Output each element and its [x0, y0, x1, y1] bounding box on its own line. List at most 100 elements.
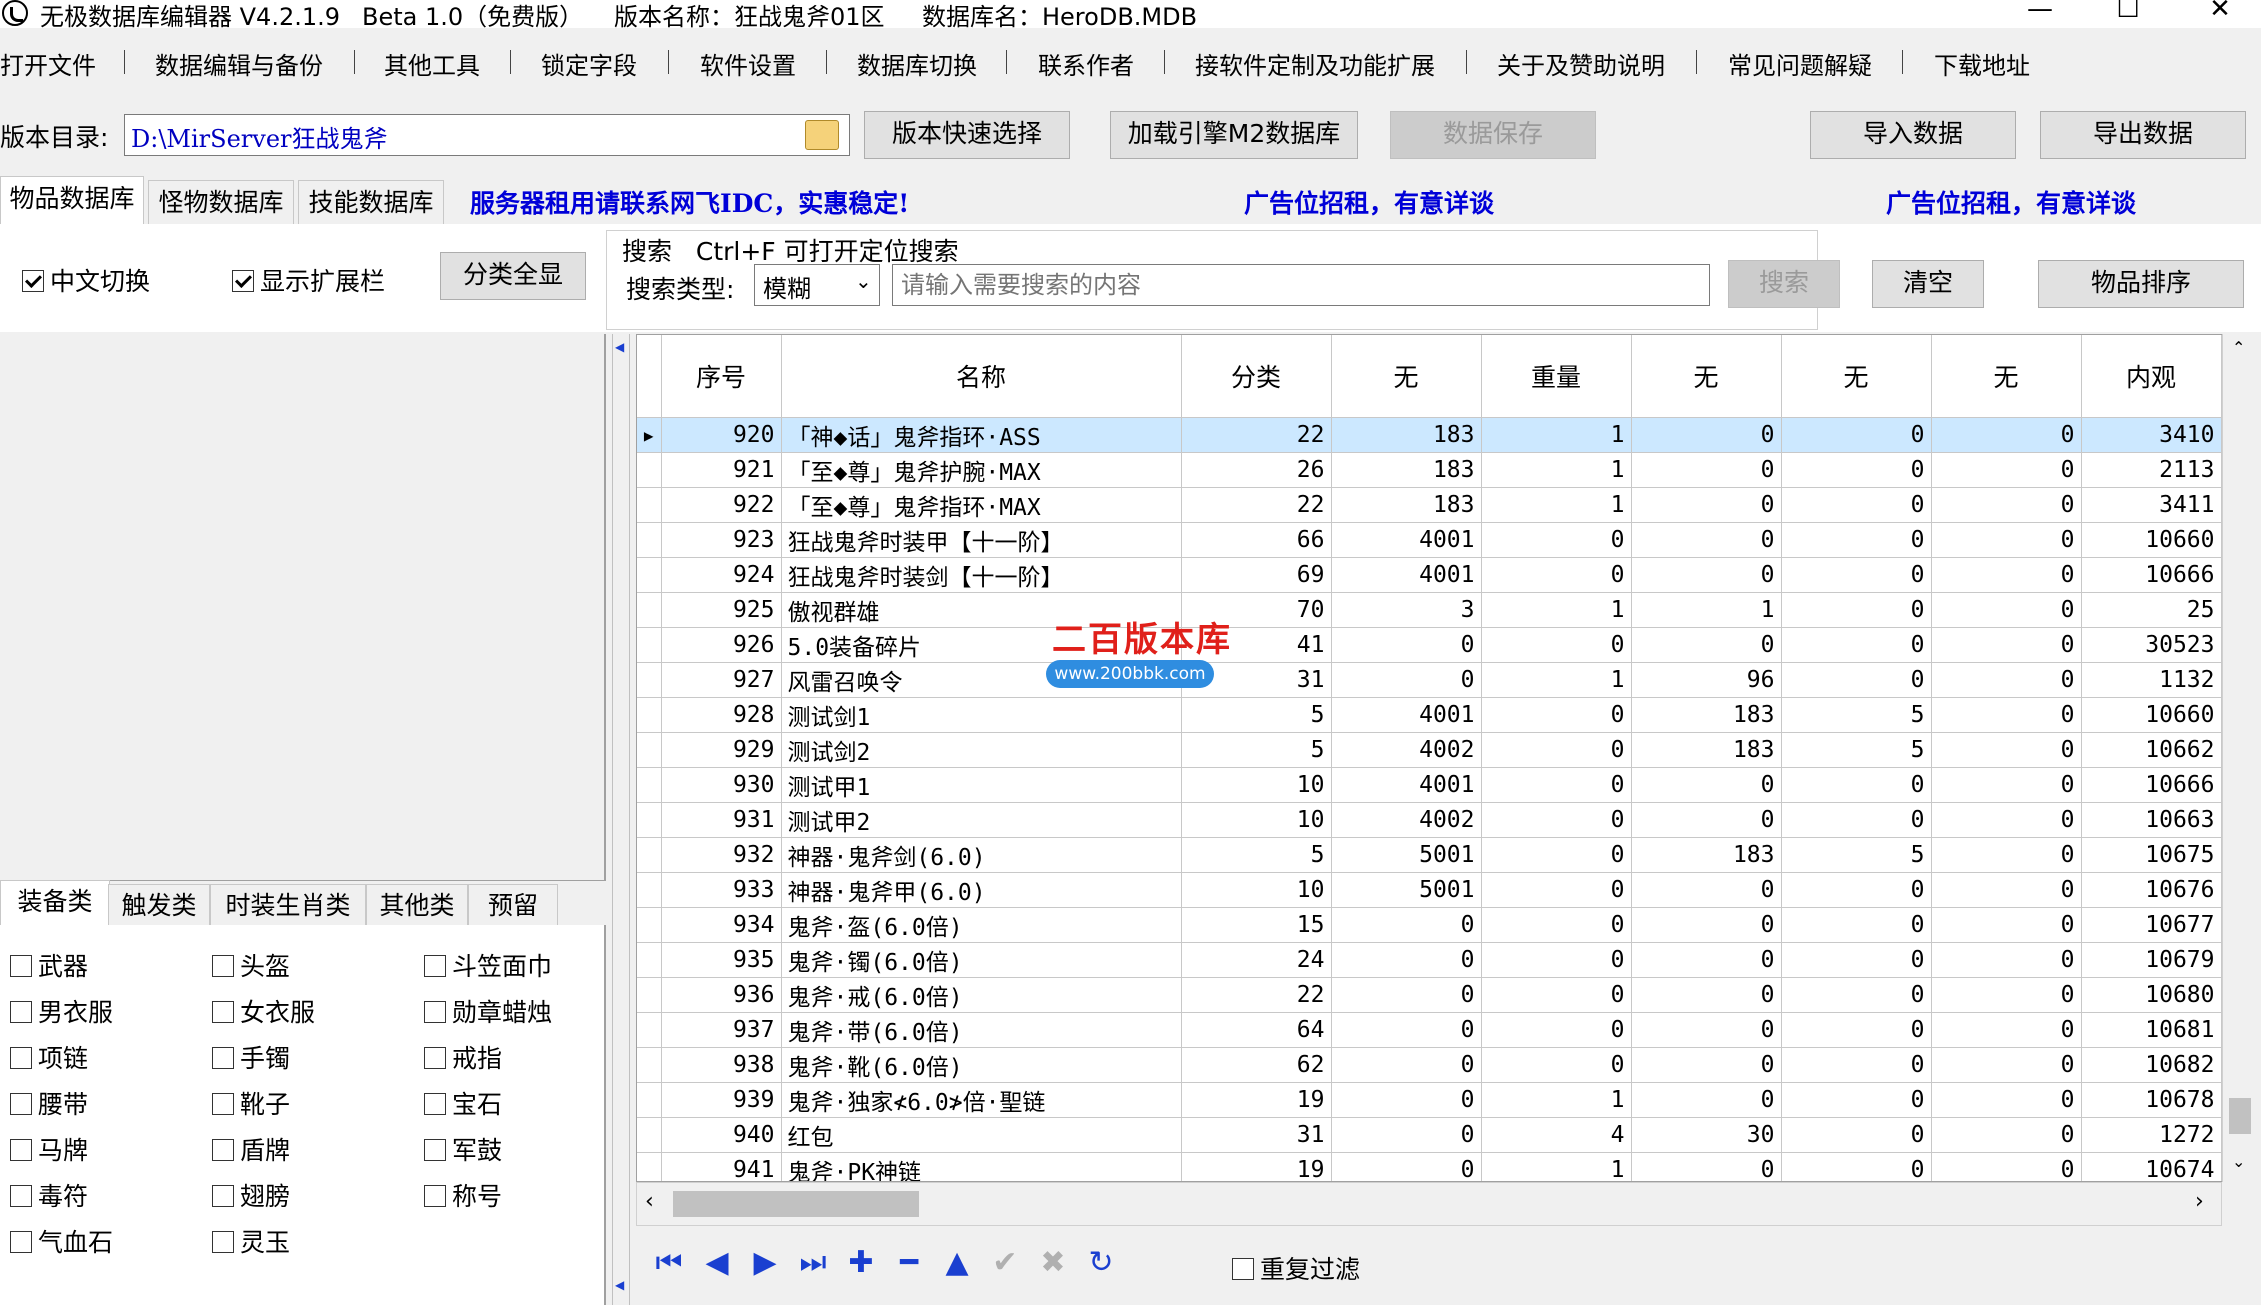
- row-indicator[interactable]: [637, 1047, 662, 1083]
- cell-value[interactable]: 0: [1631, 802, 1782, 838]
- cell-value[interactable]: 0: [1481, 627, 1632, 663]
- cell-value[interactable]: 1132: [2081, 662, 2222, 698]
- menu-download[interactable]: 下载地址: [1934, 46, 2030, 81]
- import-data-button[interactable]: 导入数据: [1810, 111, 2016, 159]
- cell-value[interactable]: 0: [1631, 1152, 1782, 1181]
- cell-value[interactable]: 941: [661, 1152, 782, 1181]
- cell-value[interactable]: 939: [661, 1082, 782, 1118]
- cell-value[interactable]: 0: [1931, 697, 2082, 733]
- cat-medal-candle-checkbox[interactable]: 勋章蜡烛: [424, 993, 552, 1029]
- cell-value[interactable]: 0: [1631, 942, 1782, 978]
- header-category[interactable]: 分类: [1181, 335, 1332, 418]
- cell-value[interactable]: 5: [1781, 837, 1932, 873]
- table-row[interactable]: 922 「至◆尊」鬼斧指环·MAX 22 183 1 0 0 0 3411: [637, 487, 2222, 523]
- cell-value[interactable]: 0: [1781, 1152, 1932, 1181]
- cell-value[interactable]: 10: [1181, 767, 1332, 803]
- cell-value[interactable]: 0: [1781, 452, 1932, 488]
- cat-poison-talisman-checkbox[interactable]: 毒符: [10, 1177, 88, 1213]
- cell-value[interactable]: 0: [1631, 522, 1782, 558]
- cell-value[interactable]: 3: [1331, 592, 1482, 628]
- cell-value[interactable]: 0: [1931, 557, 2082, 593]
- cell-value[interactable]: 0: [1481, 522, 1632, 558]
- cell-value[interactable]: 0: [1931, 417, 2082, 453]
- cell-name[interactable]: 狂战鬼斧时装剑【十一阶】: [781, 557, 1182, 593]
- row-indicator[interactable]: [637, 487, 662, 523]
- cell-name[interactable]: 鬼斧·独家≮6.0≯倍·聖链: [781, 1082, 1182, 1118]
- vertical-scroll-thumb[interactable]: [2229, 1098, 2251, 1134]
- table-row[interactable]: ▶ 920 「神◆话」鬼斧指环·ASS 22 183 1 0 0 0 3410: [637, 417, 2222, 453]
- cell-value[interactable]: 0: [1481, 977, 1632, 1013]
- cell-value[interactable]: 0: [1331, 662, 1482, 698]
- cell-value[interactable]: 921: [661, 452, 782, 488]
- cell-value[interactable]: 4002: [1331, 802, 1482, 838]
- cell-value[interactable]: 936: [661, 977, 782, 1013]
- scroll-down-icon[interactable]: ⌄: [2232, 1152, 2245, 1171]
- cell-name[interactable]: 鬼斧·带(6.0倍): [781, 1012, 1182, 1048]
- cell-value[interactable]: 0: [1781, 1117, 1932, 1153]
- row-indicator[interactable]: [637, 662, 662, 698]
- cell-value[interactable]: 4002: [1331, 732, 1482, 768]
- cell-value[interactable]: 0: [1331, 1152, 1482, 1181]
- cell-value[interactable]: 933: [661, 872, 782, 908]
- dir-input[interactable]: D:\MirServer狂战鬼斧: [124, 114, 850, 156]
- cell-value[interactable]: 4001: [1331, 767, 1482, 803]
- cell-value[interactable]: 4: [1481, 1117, 1632, 1153]
- cell-value[interactable]: 0: [1931, 627, 2082, 663]
- menu-faq[interactable]: 常见问题解疑: [1728, 46, 1872, 81]
- cell-value[interactable]: 22: [1181, 977, 1332, 1013]
- cell-value[interactable]: 0: [1481, 767, 1632, 803]
- cell-value[interactable]: 0: [1481, 557, 1632, 593]
- cell-value[interactable]: 0: [1481, 1047, 1632, 1083]
- cell-value[interactable]: 24: [1181, 942, 1332, 978]
- cell-value[interactable]: 1: [1631, 592, 1782, 628]
- cell-value[interactable]: 0: [1781, 767, 1932, 803]
- cell-value[interactable]: 0: [1931, 977, 2082, 1013]
- cat-horse-token-checkbox[interactable]: 马牌: [10, 1131, 88, 1167]
- cell-value[interactable]: 183: [1331, 452, 1482, 488]
- cell-value[interactable]: 15: [1181, 907, 1332, 943]
- cat-tab-equipment[interactable]: 装备类: [0, 880, 110, 926]
- header-name[interactable]: 名称: [781, 335, 1182, 418]
- cell-value[interactable]: 929: [661, 732, 782, 768]
- cell-value[interactable]: 0: [1481, 942, 1632, 978]
- cell-value[interactable]: 10679: [2081, 942, 2222, 978]
- row-indicator[interactable]: [637, 942, 662, 978]
- cell-value[interactable]: 4001: [1331, 522, 1482, 558]
- row-indicator[interactable]: [637, 802, 662, 838]
- refresh-icon[interactable]: ↻: [1082, 1244, 1120, 1282]
- cell-value[interactable]: 0: [1481, 837, 1632, 873]
- cell-name[interactable]: 神器·鬼斧剑(6.0): [781, 837, 1182, 873]
- cell-value[interactable]: 183: [1331, 487, 1482, 523]
- cell-value[interactable]: 925: [661, 592, 782, 628]
- scroll-up-icon[interactable]: ⌃: [2232, 338, 2245, 357]
- row-indicator[interactable]: [637, 837, 662, 873]
- cell-value[interactable]: 0: [1931, 452, 2082, 488]
- cell-value[interactable]: 30523: [2081, 627, 2222, 663]
- cat-spirit-jade-checkbox[interactable]: 灵玉: [212, 1223, 290, 1259]
- cell-value[interactable]: 10675: [2081, 837, 2222, 873]
- load-m2-button[interactable]: 加载引擎M2数据库: [1110, 111, 1358, 159]
- cat-bracelet-checkbox[interactable]: 手镯: [212, 1039, 290, 1075]
- scroll-right-icon[interactable]: ›: [2195, 1189, 2204, 1214]
- post-record-icon[interactable]: ✔: [986, 1244, 1024, 1282]
- cell-value[interactable]: 0: [1631, 1012, 1782, 1048]
- cell-value[interactable]: 5: [1181, 732, 1332, 768]
- cell-value[interactable]: 22: [1181, 417, 1332, 453]
- menu-custom-dev[interactable]: 接软件定制及功能扩展: [1195, 46, 1435, 81]
- cell-value[interactable]: 5: [1781, 697, 1932, 733]
- cell-value[interactable]: 928: [661, 697, 782, 733]
- header-looks[interactable]: 内观: [2081, 335, 2222, 418]
- cat-belt-checkbox[interactable]: 腰带: [10, 1085, 88, 1121]
- row-indicator[interactable]: [637, 1117, 662, 1153]
- cell-name[interactable]: 「神◆话」鬼斧指环·ASS: [781, 417, 1182, 453]
- cell-name[interactable]: 测试剑1: [781, 697, 1182, 733]
- items-grid[interactable]: 序号 名称 分类 无 重量 无 无 无 内观 ▶ 920 「神◆话」鬼斧指环·ASS…: [636, 334, 2236, 1182]
- cell-value[interactable]: 10678: [2081, 1082, 2222, 1118]
- row-indicator[interactable]: [637, 697, 662, 733]
- cell-value[interactable]: 1: [1481, 487, 1632, 523]
- table-row[interactable]: 940 红包 31 0 4 30 0 0 1272: [637, 1117, 2222, 1153]
- cell-value[interactable]: 0: [1481, 697, 1632, 733]
- cell-value[interactable]: 31: [1181, 1117, 1332, 1153]
- cell-value[interactable]: 26: [1181, 452, 1332, 488]
- cell-name[interactable]: 「至◆尊」鬼斧护腕·MAX: [781, 452, 1182, 488]
